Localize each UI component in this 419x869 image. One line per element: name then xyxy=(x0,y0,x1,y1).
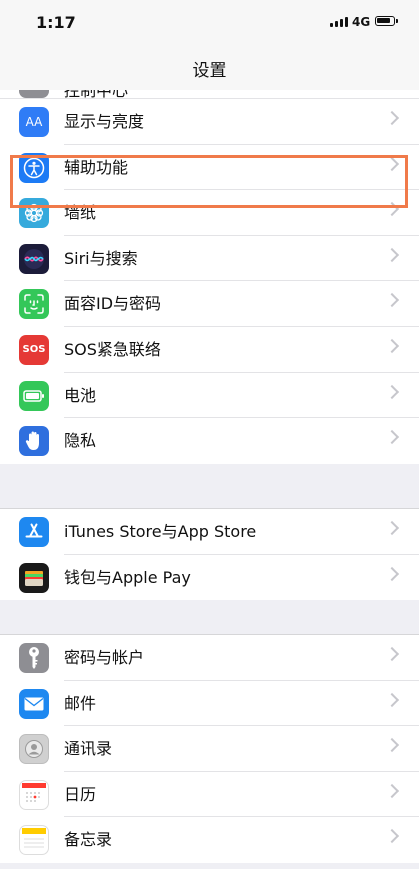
settings-group-3: 密码与帐户 邮件 通讯录 日历 备忘录 xyxy=(0,634,419,863)
settings-row-siri[interactable]: Siri与搜索 xyxy=(0,236,419,282)
row-label: SOS紧急联络 xyxy=(64,339,161,359)
settings-row-calendar[interactable]: 日历 xyxy=(0,772,419,818)
chevron-right-icon xyxy=(384,384,400,399)
contacts-icon xyxy=(19,734,49,765)
settings-row-accessibility[interactable]: 辅助功能 xyxy=(0,145,419,191)
settings-row-mail[interactable]: 邮件 xyxy=(0,681,419,727)
status-time: 1:17 xyxy=(36,13,76,32)
settings-group-1: 控制中心 AA 显示与亮度 辅助功能 墙纸 Siri与搜索 xyxy=(0,90,419,464)
sos-icon: SOS xyxy=(19,334,49,365)
settings-row-battery[interactable]: 电池 xyxy=(0,373,419,419)
status-bar: 1:17 4G xyxy=(0,0,419,44)
chevron-right-icon xyxy=(384,202,400,217)
row-label: iTunes Store与App Store xyxy=(64,522,257,541)
chevron-right-icon xyxy=(384,829,400,844)
row-label: 隐私 xyxy=(64,431,97,451)
navigation-bar: 设置 xyxy=(0,44,419,91)
chevron-right-icon xyxy=(384,338,400,354)
row-label: 显示与亮度 xyxy=(64,112,145,131)
accessibility-icon xyxy=(19,152,49,183)
chevron-right-icon xyxy=(384,783,400,798)
row-label: 日历 xyxy=(64,784,97,804)
privacy-hand-icon xyxy=(19,426,49,457)
notes-icon xyxy=(19,825,49,856)
row-label: 备忘录 xyxy=(64,830,113,850)
settings-row-control-center[interactable]: 控制中心 xyxy=(0,90,419,98)
signal-icon xyxy=(330,17,348,27)
battery-status-icon xyxy=(375,16,398,26)
wallet-icon xyxy=(19,562,49,593)
chevron-right-icon xyxy=(384,646,400,662)
settings-row-wallpaper[interactable]: 墙纸 xyxy=(0,190,419,236)
settings-row-sos[interactable]: SOS SOS紧急联络 xyxy=(0,327,419,373)
settings-row-app-store[interactable]: iTunes Store与App Store xyxy=(0,509,419,555)
settings-row-face-id[interactable]: 面容ID与密码 xyxy=(0,281,419,327)
settings-row-wallet[interactable]: 钱包与Apple Pay xyxy=(0,555,419,601)
chevron-right-icon xyxy=(384,156,400,171)
chevron-right-icon xyxy=(384,692,400,707)
display-brightness-icon: AA xyxy=(19,107,49,137)
settings-group-2: iTunes Store与App Store 钱包与Apple Pay xyxy=(0,508,419,601)
chevron-right-icon xyxy=(384,520,400,536)
settings-row-notes[interactable]: 备忘录 xyxy=(0,817,419,863)
chevron-right-icon xyxy=(384,293,400,308)
siri-icon xyxy=(19,243,49,274)
control-center-icon xyxy=(19,90,49,98)
settings-row-privacy[interactable]: 隐私 xyxy=(0,418,419,464)
app-store-icon xyxy=(19,517,49,547)
row-label: 电池 xyxy=(64,385,97,405)
chevron-right-icon xyxy=(384,566,400,581)
wallpaper-icon xyxy=(19,198,49,229)
network-type: 4G xyxy=(352,15,371,29)
row-label: 钱包与Apple Pay xyxy=(64,567,191,587)
page-title: 设置 xyxy=(192,61,227,81)
face-id-icon xyxy=(19,289,49,320)
row-label: 墙纸 xyxy=(64,203,97,223)
row-label: 邮件 xyxy=(64,693,97,713)
chevron-right-icon xyxy=(384,110,400,126)
row-label: 辅助功能 xyxy=(64,157,129,177)
mail-icon xyxy=(19,688,49,719)
settings-row-display[interactable]: AA 显示与亮度 xyxy=(0,99,419,145)
battery-icon xyxy=(19,380,49,411)
chevron-right-icon xyxy=(384,430,400,445)
settings-row-passwords-accounts[interactable]: 密码与帐户 xyxy=(0,635,419,681)
settings-row-contacts[interactable]: 通讯录 xyxy=(0,726,419,772)
row-label: 密码与帐户 xyxy=(64,648,145,667)
calendar-icon xyxy=(19,779,49,810)
row-label: 面容ID与密码 xyxy=(64,294,162,314)
row-label: 通讯录 xyxy=(64,739,113,759)
row-label: Siri与搜索 xyxy=(64,248,138,268)
key-icon xyxy=(19,643,49,673)
chevron-right-icon xyxy=(384,247,400,262)
chevron-right-icon xyxy=(384,738,400,753)
row-label: 控制中心 xyxy=(64,90,128,98)
